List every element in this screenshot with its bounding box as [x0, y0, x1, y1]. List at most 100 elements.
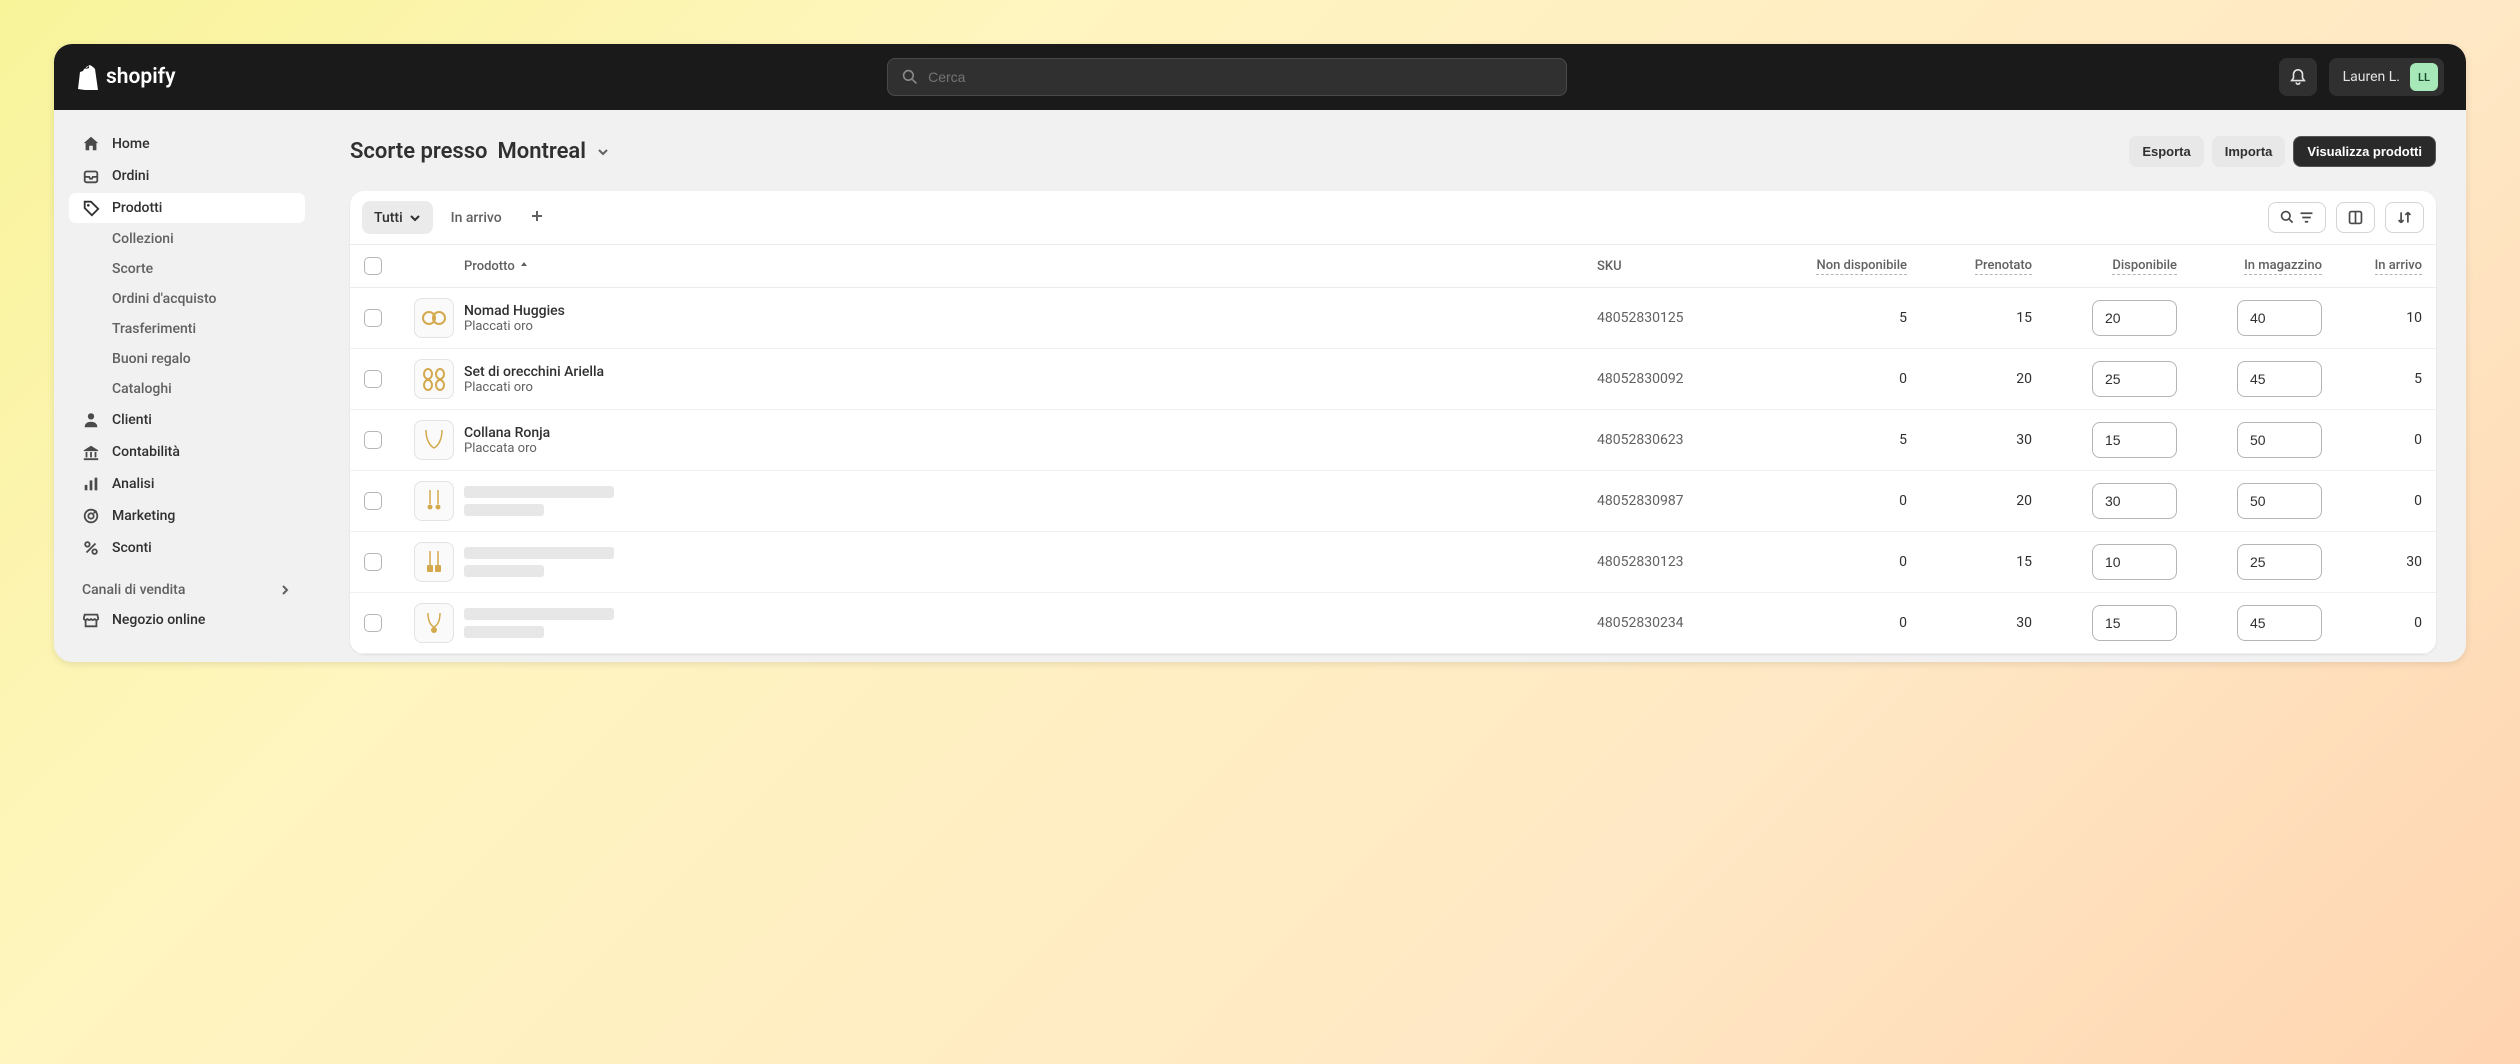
export-button[interactable]: Esporta: [2129, 136, 2203, 167]
nav-online-store[interactable]: Negozio online: [68, 604, 306, 636]
product-thumbnail: [414, 481, 454, 521]
on-hand-input[interactable]: [2237, 422, 2322, 458]
location-picker[interactable]: Montreal: [498, 139, 610, 164]
row-checkbox[interactable]: [364, 309, 382, 327]
nav-channels-header[interactable]: Canali di vendita: [68, 564, 306, 604]
col-sku[interactable]: SKU: [1597, 259, 1767, 274]
percent-icon: [82, 539, 100, 557]
unavailable-cell: 0: [1767, 493, 1907, 509]
table-row[interactable]: 4805283012301530: [350, 532, 2436, 593]
nav-purchase-orders[interactable]: Ordini d'acquisto: [68, 284, 306, 314]
bell-icon: [2289, 68, 2307, 86]
nav-transfers[interactable]: Trasferimenti: [68, 314, 306, 344]
available-input[interactable]: [2092, 605, 2177, 641]
page-header: Scorte presso Montreal Esporta Importa V…: [350, 136, 2436, 167]
incoming-cell: 30: [2322, 554, 2422, 570]
row-checkbox[interactable]: [364, 553, 382, 571]
unavailable-cell: 0: [1767, 371, 1907, 387]
search-filter-button[interactable]: [2268, 202, 2326, 233]
chevron-right-icon: [278, 583, 292, 597]
plus-icon: [530, 209, 544, 223]
on-hand-input[interactable]: [2237, 361, 2322, 397]
product-thumbnail: [414, 359, 454, 399]
incoming-cell: 0: [2322, 493, 2422, 509]
tag-icon: [82, 199, 100, 217]
nav-gift-cards[interactable]: Buoni regalo: [68, 344, 306, 374]
unavailable-cell: 5: [1767, 432, 1907, 448]
nav-customers[interactable]: Clienti: [68, 404, 306, 436]
table-body: Nomad HuggiesPlaccati oro480528301255151…: [350, 288, 2436, 654]
available-input[interactable]: [2092, 300, 2177, 336]
unavailable-cell: 0: [1767, 615, 1907, 631]
nav-catalogs[interactable]: Cataloghi: [68, 374, 306, 404]
select-all-checkbox[interactable]: [364, 257, 382, 275]
search-wrap: [196, 58, 2259, 96]
store-icon: [82, 611, 100, 629]
table-header: Prodotto SKU Non disponibile Prenotato D…: [350, 244, 2436, 288]
incoming-cell: 0: [2322, 615, 2422, 631]
person-icon: [82, 411, 100, 429]
available-input[interactable]: [2092, 544, 2177, 580]
notifications-button[interactable]: [2279, 58, 2317, 96]
target-icon: [82, 507, 100, 525]
brand-text: shopify: [106, 65, 176, 89]
import-button[interactable]: Importa: [2212, 136, 2286, 167]
sidebar: Home Ordini Prodotti Collezioni Scorte O…: [54, 110, 320, 662]
table-row[interactable]: 480528309870200: [350, 471, 2436, 532]
col-product[interactable]: Prodotto: [464, 259, 1597, 274]
col-available[interactable]: Disponibile: [2032, 258, 2177, 275]
on-hand-input[interactable]: [2237, 300, 2322, 336]
col-incoming[interactable]: In arrivo: [2322, 258, 2422, 275]
row-checkbox[interactable]: [364, 492, 382, 510]
col-committed[interactable]: Prenotato: [1907, 258, 2032, 275]
on-hand-input[interactable]: [2237, 544, 2322, 580]
filter-icon: [2298, 209, 2315, 226]
row-checkbox[interactable]: [364, 370, 382, 388]
nav-products[interactable]: Prodotti: [68, 192, 306, 224]
committed-cell: 15: [1907, 310, 2032, 326]
nav-analytics[interactable]: Analisi: [68, 468, 306, 500]
product-cell: Collana RonjaPlaccata oro: [464, 425, 1597, 456]
table-row[interactable]: Nomad HuggiesPlaccati oro480528301255151…: [350, 288, 2436, 349]
search-icon: [902, 69, 918, 85]
sort-button[interactable]: [2385, 202, 2424, 233]
sku-cell: 48052830987: [1597, 493, 1767, 509]
product-variant: Placcati oro: [464, 380, 1597, 395]
shopify-icon: [76, 64, 100, 90]
product-thumbnail: [414, 542, 454, 582]
search-icon: [2279, 209, 2296, 226]
on-hand-input[interactable]: [2237, 483, 2322, 519]
view-products-button[interactable]: Visualizza prodotti: [2293, 136, 2436, 167]
tab-add[interactable]: [520, 201, 554, 234]
nav-discounts[interactable]: Sconti: [68, 532, 306, 564]
on-hand-input[interactable]: [2237, 605, 2322, 641]
incoming-cell: 0: [2322, 432, 2422, 448]
available-input[interactable]: [2092, 422, 2177, 458]
nav-finances[interactable]: Contabilità: [68, 436, 306, 468]
available-input[interactable]: [2092, 483, 2177, 519]
search-input[interactable]: [928, 69, 1552, 85]
nav-home[interactable]: Home: [68, 128, 306, 160]
columns-button[interactable]: [2336, 202, 2375, 233]
sku-cell: 48052830234: [1597, 615, 1767, 631]
tab-all[interactable]: Tutti: [362, 201, 433, 234]
search-box[interactable]: [887, 58, 1567, 96]
tab-incoming[interactable]: In arrivo: [439, 201, 514, 234]
nav-marketing[interactable]: Marketing: [68, 500, 306, 532]
row-checkbox[interactable]: [364, 431, 382, 449]
row-checkbox[interactable]: [364, 614, 382, 632]
nav-inventory[interactable]: Scorte: [68, 254, 306, 284]
col-unavailable[interactable]: Non disponibile: [1767, 258, 1907, 275]
table-row[interactable]: Collana RonjaPlaccata oro480528306235300: [350, 410, 2436, 471]
table-row[interactable]: 480528302340300: [350, 593, 2436, 654]
nav-collections[interactable]: Collezioni: [68, 224, 306, 254]
col-on-hand[interactable]: In magazzino: [2177, 258, 2322, 275]
available-input[interactable]: [2092, 361, 2177, 397]
brand-logo[interactable]: shopify: [76, 64, 176, 90]
nav-orders[interactable]: Ordini: [68, 160, 306, 192]
user-menu[interactable]: Lauren L. LL: [2329, 58, 2444, 96]
skeleton-placeholder: [464, 486, 1597, 516]
page-title: Scorte presso: [350, 139, 488, 164]
sort-asc-icon: [519, 261, 529, 271]
table-row[interactable]: Set di orecchini AriellaPlaccati oro4805…: [350, 349, 2436, 410]
